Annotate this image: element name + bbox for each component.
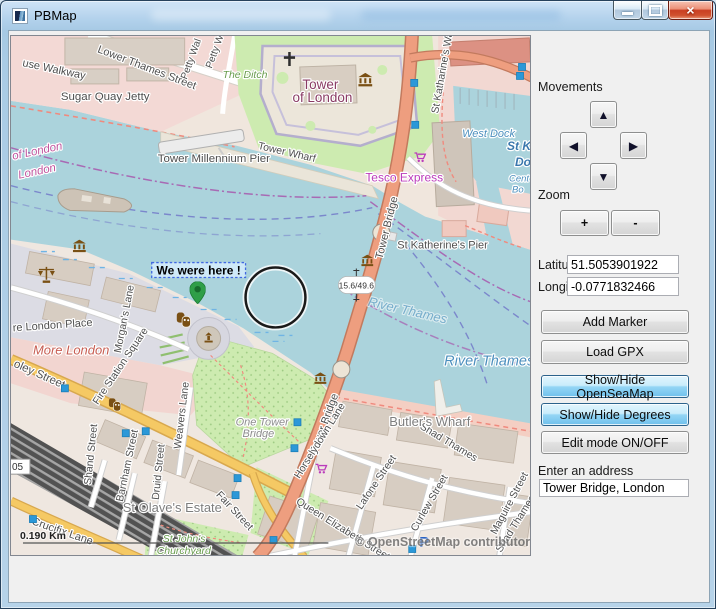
maximize-button[interactable] xyxy=(641,1,669,20)
load-gpx-button[interactable]: Load GPX xyxy=(541,340,689,364)
bridge-south-tower xyxy=(333,361,350,378)
map-label: St Katherine's Pier xyxy=(397,240,488,252)
window-title: PBMap xyxy=(34,8,77,23)
map-label: Sugar Quay Jetty xyxy=(61,91,150,103)
close-icon: × xyxy=(686,2,694,18)
map-label: Do xyxy=(515,155,530,169)
latitude-input[interactable] xyxy=(567,255,679,274)
blue-square-marker xyxy=(294,419,301,426)
map-marker-label[interactable]: We were here ! xyxy=(152,263,246,278)
move-right-button[interactable]: ▶ xyxy=(620,132,647,159)
address-label: Enter an address xyxy=(538,464,633,478)
map-label: St Kath xyxy=(507,139,530,153)
map-label: Tesco Express xyxy=(365,171,443,185)
arrow-down-icon: ▼ xyxy=(598,170,610,184)
add-marker-button[interactable]: Add Marker xyxy=(541,310,689,334)
address-input[interactable] xyxy=(539,479,689,497)
move-up-button[interactable]: ▲ xyxy=(590,101,617,128)
movements-label: Movements xyxy=(538,80,603,94)
blue-square-marker xyxy=(122,430,129,437)
arrow-right-icon: ▶ xyxy=(629,139,638,153)
map-label: Tower Millennium Pier xyxy=(158,153,270,165)
blue-square-marker xyxy=(142,428,149,435)
blue-square-marker xyxy=(29,516,36,523)
edit-mode-button[interactable]: Edit mode ON/OFF xyxy=(541,431,689,454)
map-label: Bridge xyxy=(243,428,275,440)
map-label: More London xyxy=(33,342,109,357)
arrow-left-icon: ◀ xyxy=(569,139,578,153)
titlebar-glass-reflection xyxy=(361,10,561,21)
map-panel[interactable]: 15.6/49.6 use WalkwaySugar Quay JettyLow… xyxy=(10,35,531,556)
map-label: Churchyard xyxy=(157,546,212,555)
map-label: 05 xyxy=(12,462,24,473)
map-label: One Tower xyxy=(236,416,291,428)
minimize-icon xyxy=(622,12,633,15)
zoom-in-button[interactable]: + xyxy=(560,210,609,236)
blue-square-marker xyxy=(291,445,298,452)
blue-square-marker xyxy=(517,72,524,79)
blue-square-marker xyxy=(412,121,419,128)
longitude-input[interactable] xyxy=(567,277,679,296)
map-label: Butler's Wharf xyxy=(389,414,470,429)
map-label: of London xyxy=(292,90,352,105)
attribution-text: © OpenStreetMap contributors xyxy=(355,535,530,549)
zoom-label: Zoom xyxy=(538,188,570,202)
svg-text:15.6/49.6: 15.6/49.6 xyxy=(339,281,375,291)
pbmap-window: PBMap × xyxy=(0,0,716,609)
app-icon xyxy=(12,8,28,24)
map-label: Bo xyxy=(512,185,524,196)
close-button[interactable]: × xyxy=(668,1,713,20)
blue-square-marker xyxy=(234,475,241,482)
titlebar-glass-reflection xyxy=(151,9,331,21)
maximize-icon xyxy=(649,5,662,16)
minimize-button[interactable] xyxy=(613,1,642,20)
blue-square-marker xyxy=(61,385,68,392)
map-label: Cent xyxy=(509,174,529,185)
blue-square-marker xyxy=(519,63,526,70)
scale-text: 0.190 Km xyxy=(20,531,66,542)
map-label: River Thames xyxy=(444,353,530,369)
map-label: The Ditch xyxy=(223,70,268,81)
toggle-openseamap-button[interactable]: Show/Hide OpenSeaMap xyxy=(541,375,689,398)
arrow-up-icon: ▲ xyxy=(598,108,610,122)
blue-square-marker xyxy=(232,492,239,499)
blue-square-marker xyxy=(411,79,418,86)
move-down-button[interactable]: ▼ xyxy=(590,163,617,190)
move-left-button[interactable]: ◀ xyxy=(560,132,587,159)
toggle-degrees-button[interactable]: Show/Hide Degrees xyxy=(541,403,689,426)
zoom-out-button[interactable]: - xyxy=(611,210,660,236)
map-label: St Olave's Estate xyxy=(123,500,222,515)
titlebar[interactable]: PBMap × xyxy=(1,1,715,30)
svg-text:We were here !: We were here ! xyxy=(157,263,241,277)
